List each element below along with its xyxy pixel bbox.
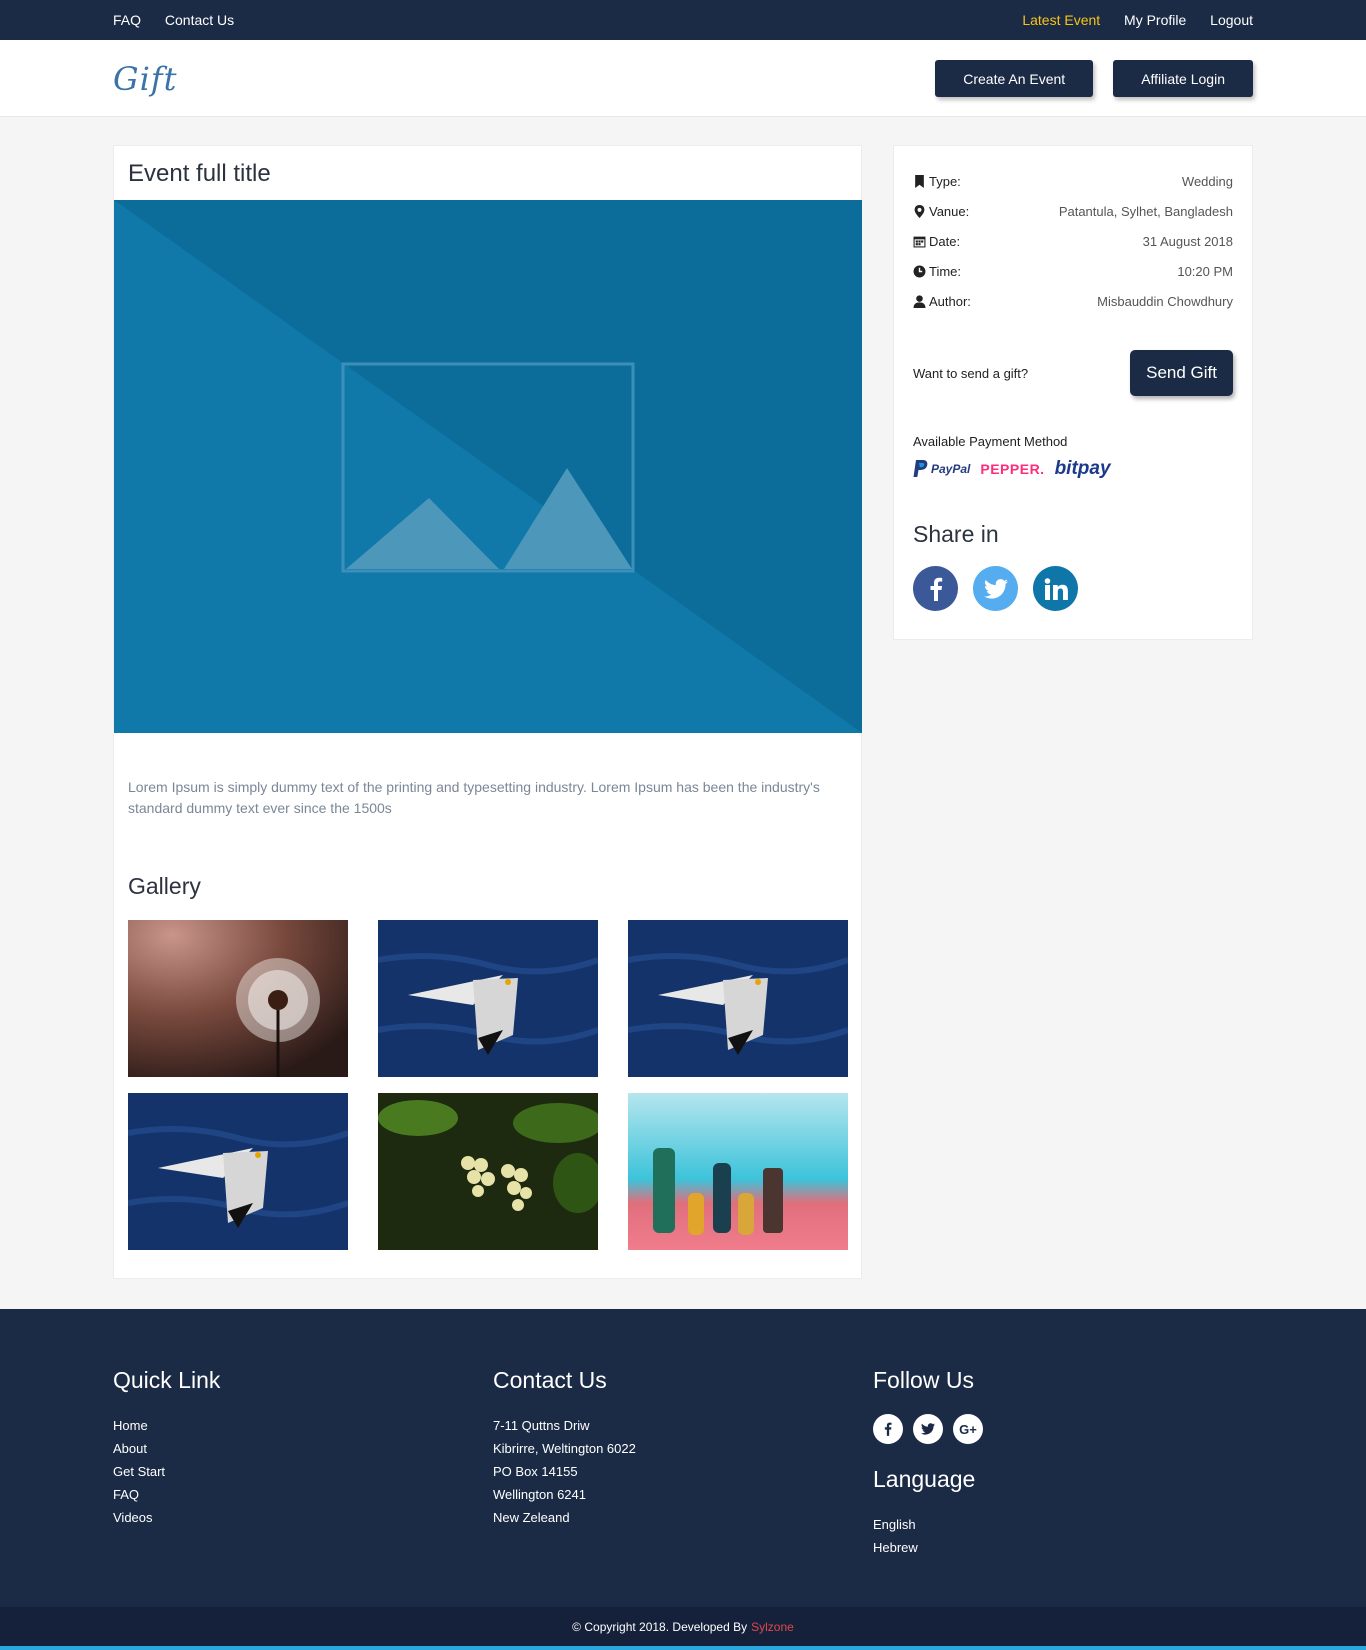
clock-icon (913, 265, 926, 277)
info-key-label: Date: (929, 233, 961, 249)
developer-link[interactable]: Sylzone (751, 1620, 794, 1634)
paypal-logo: PayPal (913, 460, 970, 478)
gift-row: Want to send a gift? Send Gift (913, 350, 1233, 396)
language-title: Language (873, 1466, 976, 1492)
footer-link-videos[interactable]: Videos (113, 1506, 493, 1529)
language-option-hebrew[interactable]: Hebrew (873, 1536, 1253, 1559)
google-plus-icon[interactable]: G+ (953, 1414, 983, 1444)
footer-link-faq[interactable]: FAQ (113, 1483, 493, 1506)
info-row-time: Time: 10:20 PM (913, 256, 1233, 286)
info-row-date: Date: 31 August 2018 (913, 226, 1233, 256)
payment-logos: PayPal PEPPER. bitpay (913, 455, 1233, 483)
info-value-author: Misbauddin Chowdhury (1097, 293, 1233, 309)
info-key-label: Vanue: (929, 203, 970, 219)
header: Gift Create An Event Affiliate Login (0, 40, 1366, 117)
gallery-image-seagull[interactable] (378, 920, 598, 1077)
follow-title: Follow Us (873, 1367, 974, 1393)
share-icons (913, 566, 1233, 611)
info-key-label: Time: (929, 263, 962, 279)
gift-prompt: Want to send a gift? (913, 365, 1029, 381)
gallery-image-chess-pieces[interactable] (628, 1093, 848, 1250)
bookmark-icon (915, 174, 924, 188)
nav-my-profile[interactable]: My Profile (1124, 12, 1186, 28)
event-image-placeholder (114, 200, 862, 733)
info-value-time: 10:20 PM (1177, 263, 1233, 279)
quick-link-title: Quick Link (113, 1367, 221, 1393)
contact-line: Kibrirre, Weltington 6022 (493, 1441, 636, 1456)
paypal-wordmark: PayPal (931, 462, 971, 476)
event-title: Event full title (128, 160, 271, 187)
contact-line: PO Box 14155 (493, 1464, 578, 1479)
info-value-venue: Patantula, Sylhet, Bangladesh (1058, 203, 1233, 219)
footer-social-icons: G+ (873, 1414, 1253, 1444)
twitter-icon[interactable] (913, 1414, 943, 1444)
gallery-image-seagull[interactable] (128, 1093, 348, 1250)
top-bar-right: Latest Event My Profile Logout (1002, 12, 1253, 28)
logo[interactable]: Gift (113, 60, 178, 98)
gallery-title: Gallery (128, 873, 201, 899)
calendar-icon (913, 236, 926, 247)
nav-contact-us[interactable]: Contact Us (165, 12, 234, 28)
facebook-share-icon[interactable] (913, 566, 958, 611)
linkedin-share-icon[interactable] (1033, 566, 1078, 611)
footer-link-home[interactable]: Home (113, 1414, 493, 1437)
footer-contact: Contact Us 7-11 Quttns Driw Kibrirre, We… (493, 1367, 873, 1559)
pepper-logo: PEPPER. (980, 461, 1045, 477)
paypal-icon (913, 460, 928, 477)
main-content: Event full title Lorem Ipsum is simply d… (0, 117, 1366, 1309)
user-icon (913, 294, 926, 308)
top-bar-left: FAQ Contact Us (113, 12, 254, 28)
send-gift-button[interactable]: Send Gift (1130, 350, 1233, 396)
info-value-type: Wedding (1181, 173, 1233, 189)
share-title: Share in (913, 521, 999, 547)
footer-follow: Follow Us G+ Language English Hebrew (873, 1367, 1253, 1559)
info-key-label: Type: (929, 173, 961, 189)
map-marker-icon (914, 204, 925, 218)
contact-line: 7-11 Quttns Driw (493, 1418, 590, 1433)
contact-line: New Zeleand (493, 1510, 570, 1525)
footer-link-get-start[interactable]: Get Start (113, 1460, 493, 1483)
facebook-icon[interactable] (873, 1414, 903, 1444)
gallery (114, 920, 861, 1250)
affiliate-login-button[interactable]: Affiliate Login (1113, 60, 1253, 97)
footer: Quick Link Home About Get Start FAQ Vide… (0, 1309, 1366, 1607)
event-details-sidebar: Type: Wedding Vanue: Patantula, Sylhet, … (893, 145, 1253, 640)
create-event-button[interactable]: Create An Event (935, 60, 1094, 97)
contact-title: Contact Us (493, 1367, 607, 1393)
info-row-author: Author: Misbauddin Chowdhury (913, 286, 1233, 316)
top-bar: FAQ Contact Us Latest Event My Profile L… (0, 0, 1366, 40)
nav-logout[interactable]: Logout (1210, 12, 1253, 28)
event-card: Event full title Lorem Ipsum is simply d… (113, 145, 862, 1279)
contact-line: Wellington 6241 (493, 1487, 586, 1502)
gallery-image-grapes[interactable] (378, 1093, 598, 1250)
gallery-image-seagull[interactable] (628, 920, 848, 1077)
info-row-type: Type: Wedding (913, 166, 1233, 196)
event-description: Lorem Ipsum is simply dummy text of the … (128, 779, 820, 816)
info-row-venue: Vanue: Patantula, Sylhet, Bangladesh (913, 196, 1233, 226)
footer-quick-links: Quick Link Home About Get Start FAQ Vide… (113, 1367, 493, 1559)
footer-link-about[interactable]: About (113, 1437, 493, 1460)
nav-latest-event[interactable]: Latest Event (1022, 12, 1100, 28)
info-value-date: 31 August 2018 (1142, 233, 1233, 249)
gallery-image-dandelion[interactable] (128, 920, 348, 1077)
bitpay-logo: bitpay (1054, 458, 1111, 479)
nav-faq[interactable]: FAQ (113, 12, 141, 28)
copyright-text: © Copyright 2018. Developed By (572, 1619, 748, 1634)
copyright-bar: © Copyright 2018. Developed By Sylzone (0, 1607, 1366, 1650)
twitter-share-icon[interactable] (973, 566, 1018, 611)
info-key-label: Author: (929, 293, 971, 309)
language-option-english[interactable]: English (873, 1513, 1253, 1536)
payment-title: Available Payment Method (913, 434, 1068, 449)
